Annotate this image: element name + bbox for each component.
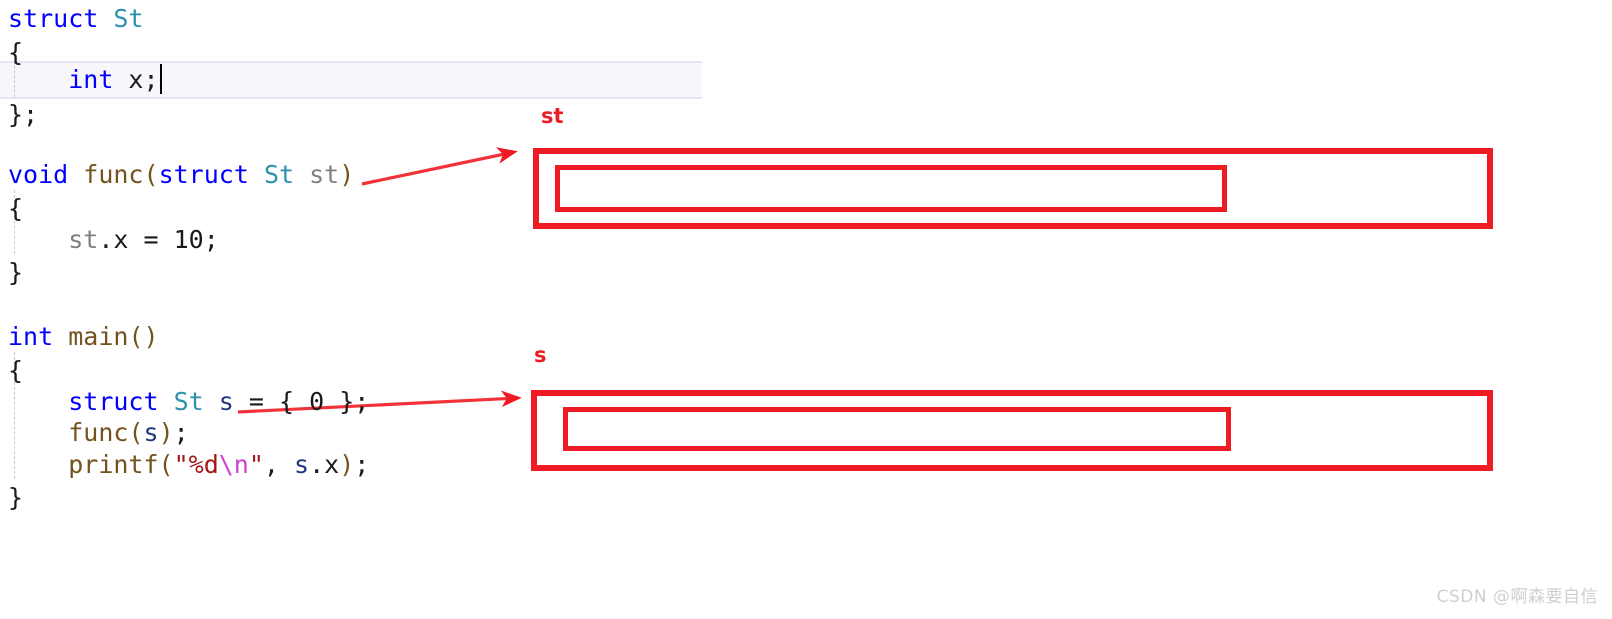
code-token: {: [8, 194, 24, 223]
code-token: .x: [309, 450, 340, 479]
code-token: (): [128, 322, 159, 351]
code-token: };: [324, 387, 370, 416]
code-token: }: [8, 258, 24, 287]
code-line-content: void func(struct St st): [0, 156, 354, 194]
code-line-content: struct St: [0, 0, 143, 38]
code-token: int: [68, 65, 114, 94]
code-line-3[interactable]: int x;: [0, 61, 159, 99]
code-token: {: [8, 356, 24, 385]
code-token: s: [218, 387, 234, 416]
code-token: ;: [203, 225, 219, 254]
code-token: ): [339, 160, 355, 189]
code-token: void: [8, 160, 69, 189]
code-token: "%d: [173, 450, 219, 479]
code-line-content: }: [0, 479, 23, 517]
code-token: ): [339, 450, 355, 479]
code-token: st: [68, 225, 99, 254]
text-caret: [160, 64, 162, 94]
code-token: ,: [263, 450, 295, 479]
code-token: s: [143, 418, 159, 447]
code-line-content: };: [0, 96, 38, 134]
code-token: };: [8, 100, 39, 129]
code-token: St: [173, 387, 204, 416]
code-token: = {: [233, 387, 310, 416]
code-token: ): [158, 418, 174, 447]
code-line-9[interactable]: }: [0, 254, 23, 292]
code-token: st: [309, 160, 340, 189]
code-token: St: [113, 4, 144, 33]
code-line-16[interactable]: }: [0, 479, 23, 517]
code-line-6[interactable]: void func(struct St st): [0, 156, 354, 194]
code-token: x;: [113, 65, 159, 94]
code-token: func: [83, 160, 144, 189]
code-token: =: [128, 225, 174, 254]
code-line-content: int main(): [0, 318, 159, 356]
code-token: struct: [68, 387, 159, 416]
code-token: func: [68, 418, 129, 447]
code-token: s: [294, 450, 310, 479]
code-token: struct: [8, 4, 99, 33]
code-line-8[interactable]: st.x = 10;: [0, 221, 219, 259]
code-line-11[interactable]: int main(): [0, 318, 159, 356]
code-line-15[interactable]: printf("%d\n", s.x);: [0, 446, 369, 484]
code-token: ;: [173, 418, 189, 447]
code-token: .x: [98, 225, 129, 254]
code-line-4[interactable]: };: [0, 96, 38, 134]
code-token: \n: [218, 450, 249, 479]
code-token: 0: [309, 387, 325, 416]
code-token: 10: [173, 225, 204, 254]
code-token: int: [8, 322, 54, 351]
code-line-1[interactable]: struct St: [0, 0, 143, 38]
code-line-content: int x;: [0, 61, 159, 99]
code-token: struct: [158, 160, 249, 189]
code-token: ": [248, 450, 264, 479]
code-line-content: }: [0, 254, 23, 292]
code-token: (: [128, 418, 144, 447]
code-token: ;: [354, 450, 370, 479]
code-token: (: [158, 450, 174, 479]
code-editor[interactable]: struct St { int x; }; void func(struct S…: [0, 0, 760, 619]
code-token: main: [68, 322, 129, 351]
code-line-content: st.x = 10;: [0, 221, 219, 259]
code-token: printf: [68, 450, 159, 479]
code-token: }: [8, 483, 24, 512]
code-line-content: printf("%d\n", s.x);: [0, 446, 369, 484]
code-token: St: [263, 160, 295, 189]
code-token: (: [143, 160, 159, 189]
csdn-watermark: CSDN @啊森要自信: [1436, 587, 1598, 607]
